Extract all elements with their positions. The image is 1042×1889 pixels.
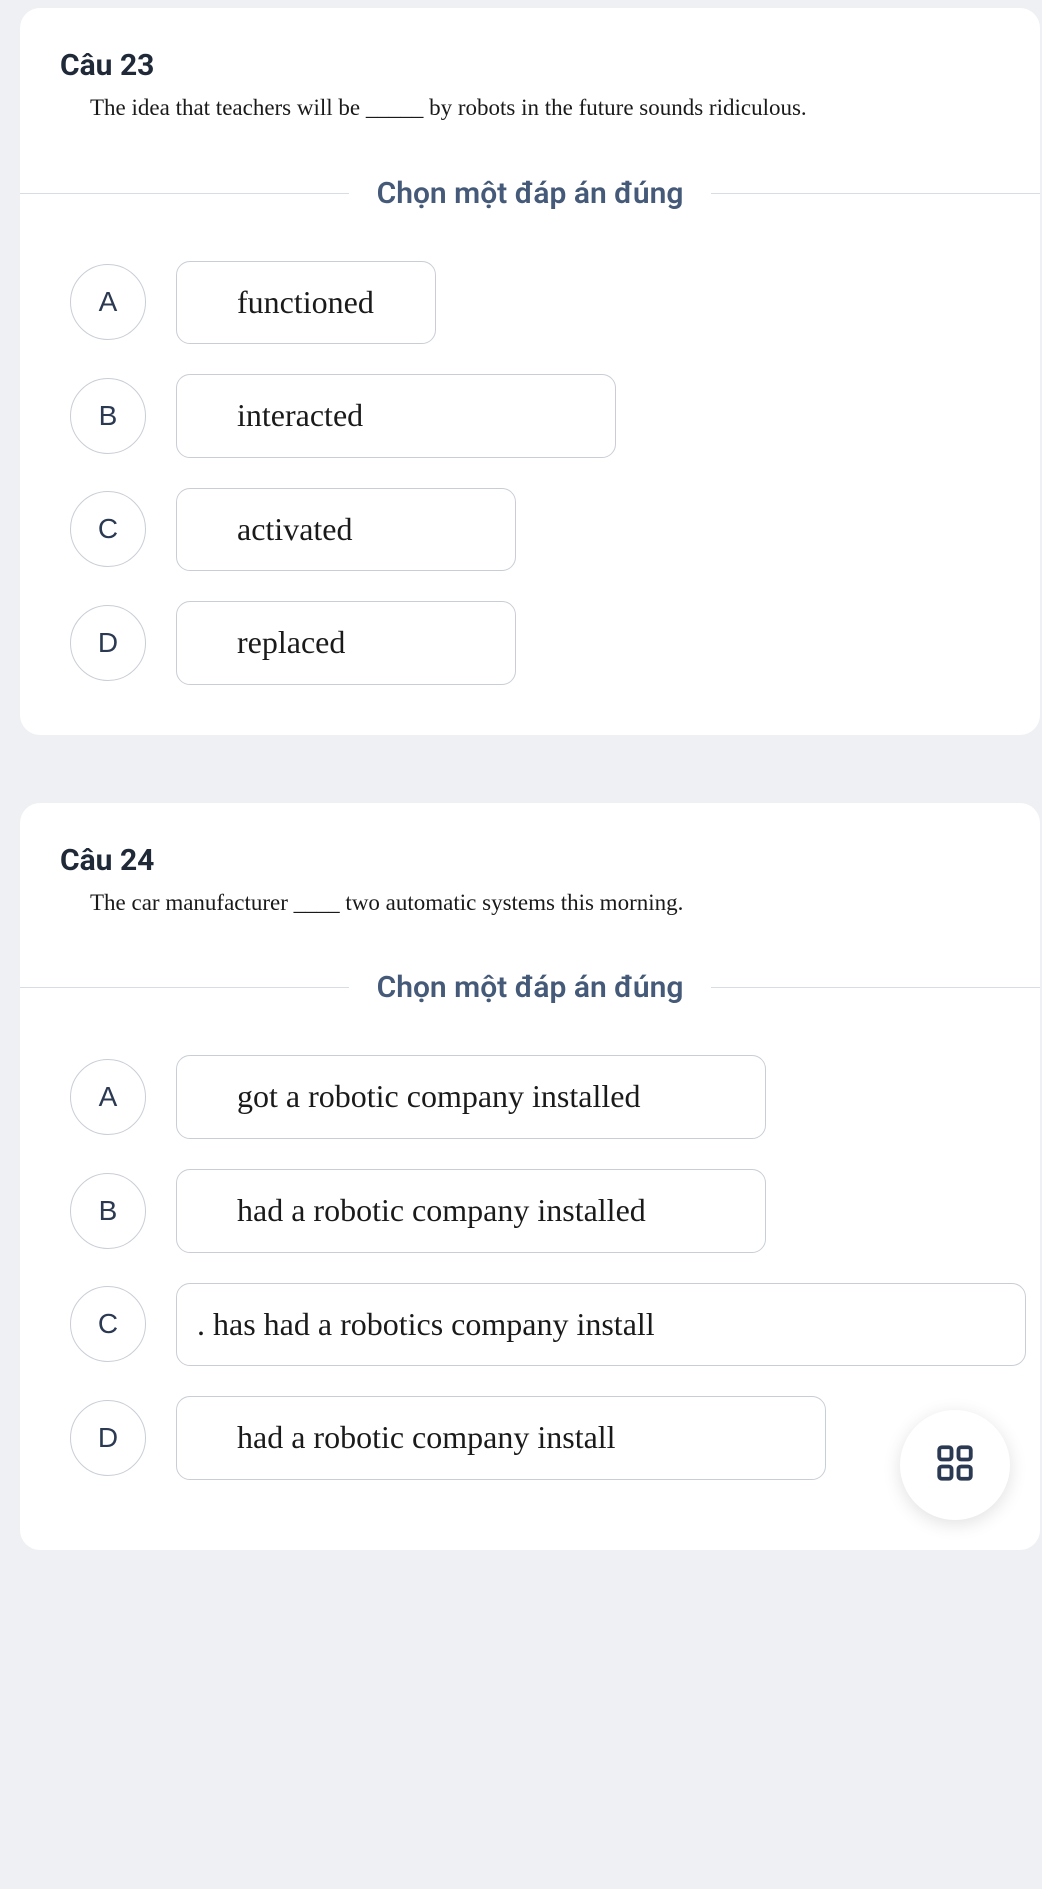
option-b[interactable]: B had a robotic company installed: [70, 1169, 1040, 1253]
prompt-label: Chọn một đáp án đúng: [349, 176, 712, 211]
option-text: had a robotic company install: [176, 1396, 826, 1480]
divider-line: [20, 193, 349, 194]
question-text: The idea that teachers will be _____ by …: [20, 91, 1040, 126]
divider-line: [711, 987, 1040, 988]
options-list: A got a robotic company installed B had …: [20, 1055, 1040, 1479]
question-title: Câu 24: [20, 843, 1040, 886]
question-title: Câu 23: [20, 48, 1040, 91]
option-letter: B: [70, 1173, 146, 1249]
option-c[interactable]: C . has had a robotics company install: [70, 1283, 1040, 1367]
option-a[interactable]: A functioned: [70, 261, 1040, 345]
option-letter: B: [70, 378, 146, 454]
option-text: functioned: [176, 261, 436, 345]
option-text: had a robotic company installed: [176, 1169, 766, 1253]
option-text: interacted: [176, 374, 616, 458]
option-text: activated: [176, 488, 516, 572]
divider-line: [711, 193, 1040, 194]
grid-menu-button[interactable]: [900, 1410, 1010, 1520]
options-list: A functioned B interacted C activated D …: [20, 261, 1040, 685]
option-letter: A: [70, 264, 146, 340]
question-text: The car manufacturer ____ two automatic …: [20, 886, 1040, 921]
question-card: Câu 24 The car manufacturer ____ two aut…: [20, 803, 1040, 1550]
option-letter: A: [70, 1059, 146, 1135]
option-b[interactable]: B interacted: [70, 374, 1040, 458]
option-text: got a robotic company installed: [176, 1055, 766, 1139]
option-letter: D: [70, 605, 146, 681]
option-a[interactable]: A got a robotic company installed: [70, 1055, 1040, 1139]
prompt-divider: Chọn một đáp án đúng: [20, 970, 1040, 1005]
option-d[interactable]: D had a robotic company install: [70, 1396, 1040, 1480]
option-c[interactable]: C activated: [70, 488, 1040, 572]
prompt-label: Chọn một đáp án đúng: [349, 970, 712, 1005]
grid-icon: [934, 1442, 976, 1488]
option-letter: C: [70, 1286, 146, 1362]
option-text: . has had a robotics company install: [176, 1283, 1026, 1367]
divider-line: [20, 987, 349, 988]
prompt-divider: Chọn một đáp án đúng: [20, 176, 1040, 211]
option-d[interactable]: D replaced: [70, 601, 1040, 685]
option-text: replaced: [176, 601, 516, 685]
question-card: Câu 23 The idea that teachers will be __…: [20, 8, 1040, 735]
option-letter: D: [70, 1400, 146, 1476]
option-letter: C: [70, 491, 146, 567]
